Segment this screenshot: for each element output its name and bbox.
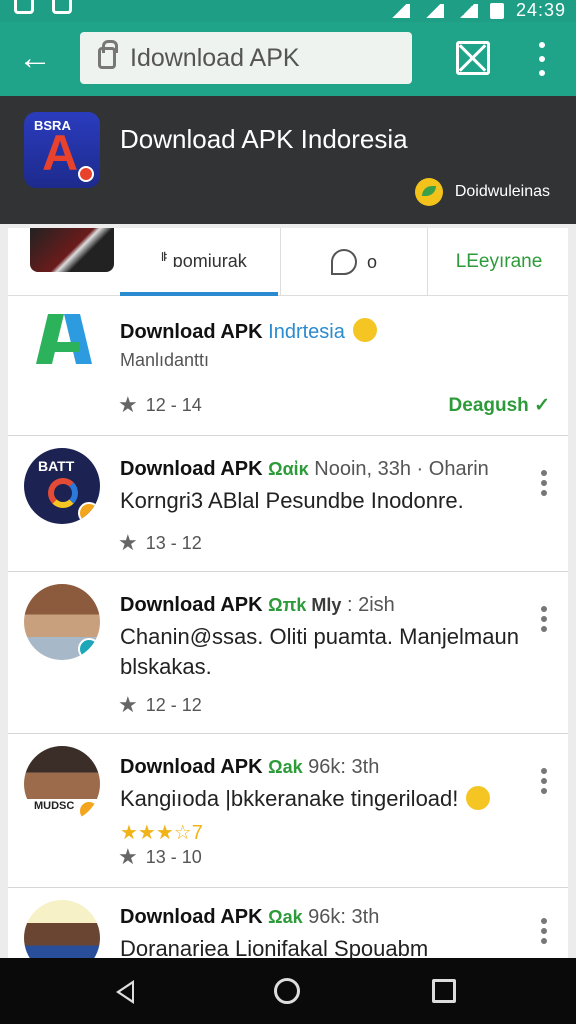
app-header: BSRA A Download APK Indoresia Doidwulein…	[0, 96, 576, 224]
list-item[interactable]: Download APK Ωπk Mly : 2ish Chanin@ssas.…	[8, 572, 568, 734]
rating: ★ 13 - 10	[118, 844, 202, 869]
star-rating: ★★★☆7	[120, 822, 203, 844]
item-body: Kangiıoda |bkkeranake tingeriload!	[120, 784, 530, 814]
nav-back-icon[interactable]	[116, 980, 134, 1004]
download-button[interactable]: Deagush ✓	[449, 394, 550, 417]
wifi-icon	[387, 3, 410, 18]
notification-icon	[52, 0, 72, 14]
nav-recents-icon[interactable]	[432, 979, 456, 1003]
tab-switcher-icon[interactable]	[456, 41, 490, 75]
rating: ★ 13 - 12	[118, 530, 202, 555]
app-icon	[36, 314, 92, 364]
list-item[interactable]: MUDSC Download APK Ωak 96k: 3th Kangiıod…	[8, 734, 568, 888]
signal-icon	[421, 3, 444, 18]
browser-toolbar: ← Idownload APK	[0, 22, 576, 96]
rating: ★ 12 - 14	[118, 392, 202, 417]
item-subtitle: Manlıdanttı	[120, 350, 210, 370]
notification-icon	[14, 0, 34, 14]
more-options-icon[interactable]	[540, 768, 548, 794]
star-icon: ★	[118, 844, 138, 869]
rating: ★ 12 - 12	[118, 692, 202, 717]
signal-icon	[455, 3, 478, 18]
more-options-icon[interactable]	[540, 470, 548, 496]
header-subtitle[interactable]: Doidwuleinas	[414, 178, 550, 206]
star-icon: ★	[118, 392, 138, 417]
url-text: Idownload APK	[130, 43, 300, 72]
nav-home-icon[interactable]	[274, 978, 300, 1004]
star-icon: ★	[118, 530, 138, 555]
more-options-icon[interactable]	[540, 918, 548, 944]
lock-icon	[98, 40, 118, 69]
battery-icon	[489, 2, 504, 19]
leaf-icon	[414, 178, 443, 206]
tab-comments[interactable]: o	[280, 228, 428, 296]
chat-icon	[330, 249, 357, 275]
address-bar[interactable]: Idownload APK	[80, 32, 412, 84]
avatar	[24, 584, 100, 660]
tab-latest[interactable]: LEeyırane	[430, 228, 568, 296]
back-arrow-icon[interactable]: ←	[18, 40, 58, 80]
status-bar: 24:39	[0, 0, 576, 22]
tab-download[interactable]: ᆙ ɒomiurak	[120, 228, 278, 296]
more-options-icon[interactable]	[540, 606, 548, 632]
thumbnail-image	[30, 228, 114, 272]
emoji-icon	[466, 786, 491, 810]
page-title: Download APK Indoresia	[120, 124, 408, 154]
item-body: Chanin@ssas. Oliti puamta. Manjelmaun bl…	[120, 624, 519, 679]
chrome-icon	[48, 478, 78, 508]
avatar: BATT	[24, 448, 100, 524]
list-item[interactable]: Download APK Indrtesia Manlıdanttı ★ 12 …	[8, 296, 568, 436]
status-time: 24:39	[515, 0, 566, 20]
app-logo: BSRA A	[24, 112, 100, 188]
system-nav-bar	[0, 958, 576, 1024]
avatar: MUDSC	[24, 746, 100, 822]
list-item[interactable]: Download APK Ωak 96k: 3th Doranariea Lio…	[8, 888, 568, 976]
emoji-icon	[352, 318, 377, 342]
feed-list: Download APK Indrtesia Manlıdanttı ★ 12 …	[8, 296, 568, 976]
notification-icons	[14, 0, 72, 14]
star-icon: ★	[118, 692, 138, 717]
tab-bar: ᆙ ɒomiurak o LEeyırane	[8, 228, 568, 296]
overflow-menu-icon[interactable]	[532, 42, 552, 76]
item-body: Korngri3 ABlal Pesundbe Inodonre.	[120, 488, 464, 513]
list-item[interactable]: BATT Download APK Ωαἰκ Nooin, 33h · Ohar…	[8, 436, 568, 572]
